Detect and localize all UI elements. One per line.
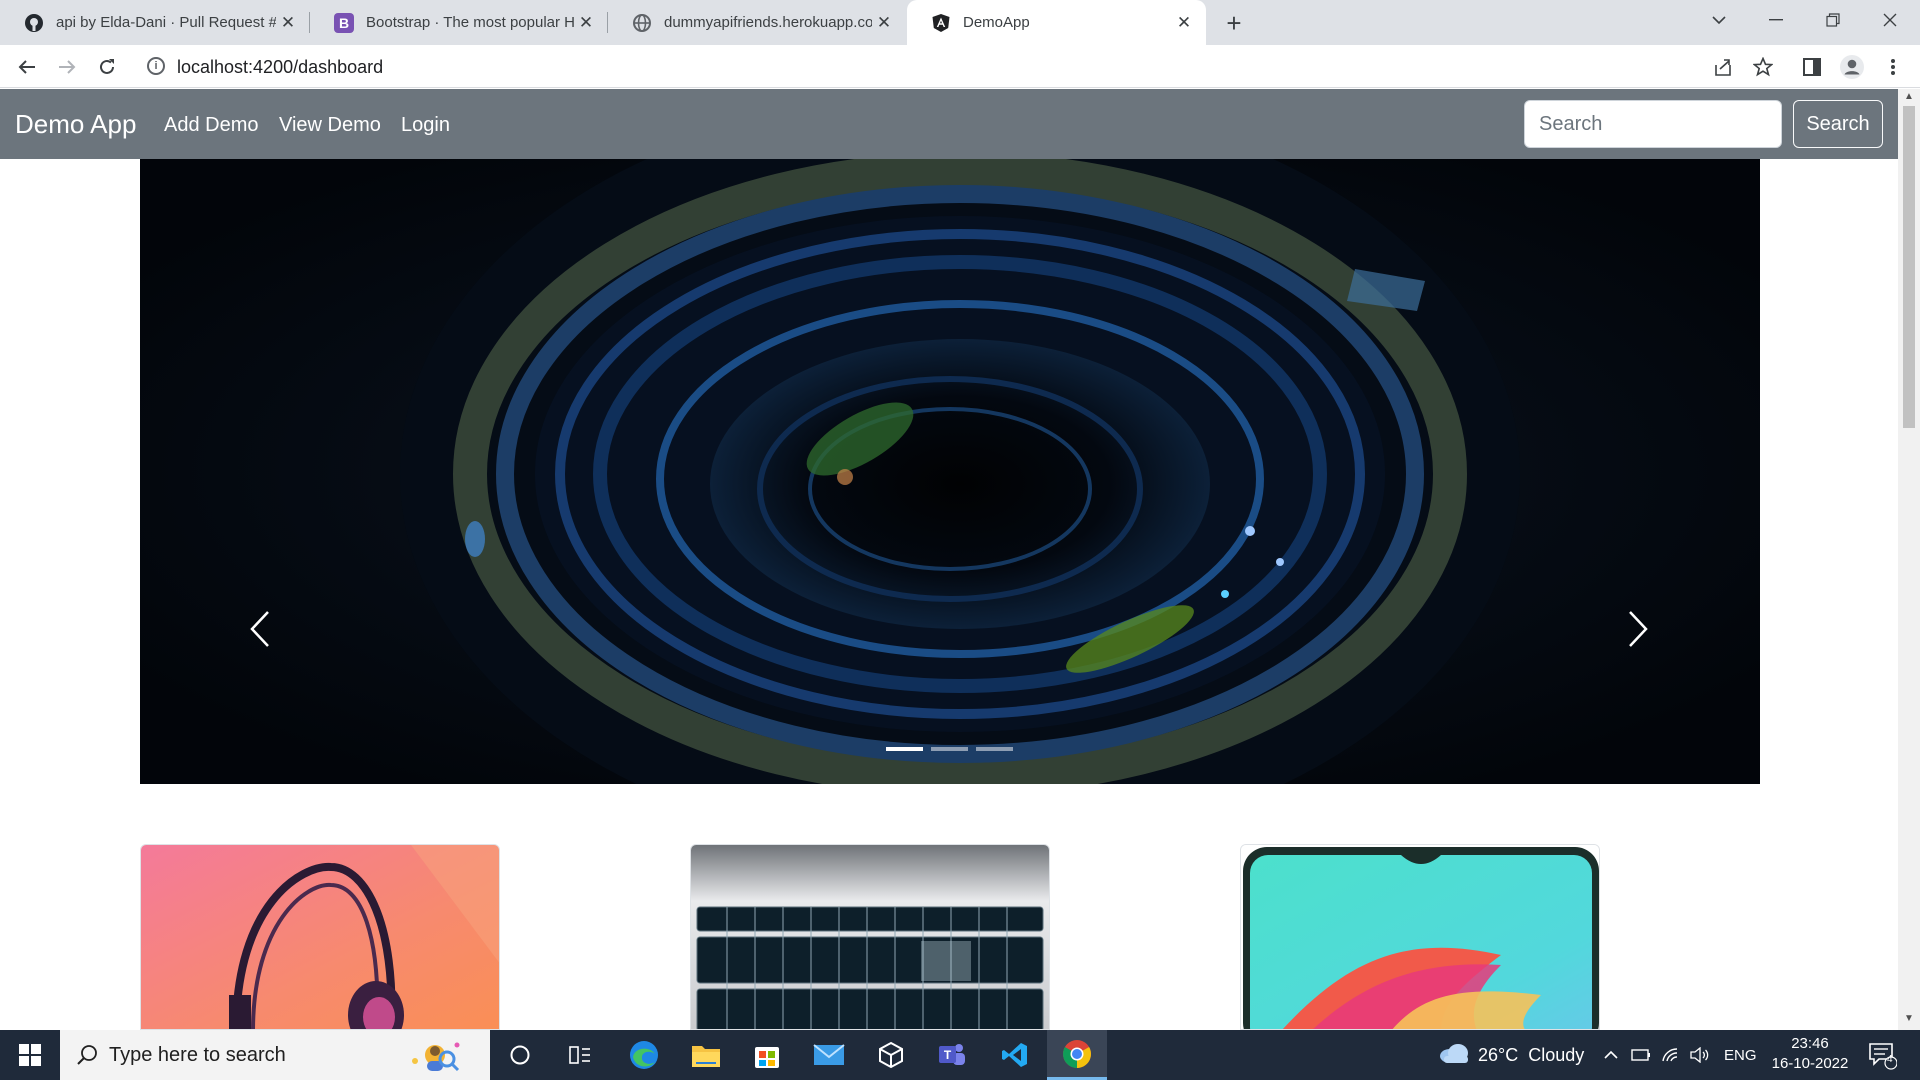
github-icon (24, 13, 44, 33)
notification-center-icon[interactable]: 4 (1867, 1030, 1897, 1080)
task-view-icon[interactable] (550, 1030, 610, 1080)
nav-link-login[interactable]: Login (401, 114, 450, 137)
teams-icon[interactable]: T (922, 1030, 982, 1080)
tab-title: api by Elda-Dani · Pull Request #2 (56, 14, 276, 31)
tab-title: Bootstrap · The most popular HTML (366, 14, 574, 31)
tab-github-pull-request[interactable]: api by Elda-Dani · Pull Request #2 ✕ (0, 0, 310, 45)
scroll-down-arrow-icon[interactable]: ▼ (1904, 1013, 1914, 1024)
carousel-indicators (886, 747, 1013, 751)
new-tab-button[interactable]: + (1219, 8, 1249, 38)
minimize-icon[interactable] (1748, 0, 1804, 40)
scrollbar-thumb[interactable] (1903, 106, 1915, 428)
address-bar[interactable]: i localhost:4200/dashboard (139, 49, 1899, 84)
search-icon (76, 1044, 98, 1071)
side-panel-icon[interactable] (1796, 51, 1828, 83)
volume-icon[interactable] (1690, 1030, 1710, 1080)
vscode-icon[interactable] (985, 1030, 1045, 1080)
profile-avatar-icon[interactable] (1836, 51, 1868, 83)
taskbar-search-box[interactable]: Type here to search (60, 1030, 490, 1080)
carousel-prev-chevron-icon[interactable] (240, 599, 280, 659)
notification-count: 4 (1887, 1054, 1893, 1065)
close-window-icon[interactable] (1862, 0, 1918, 40)
tab-close-icon[interactable]: ✕ (1172, 11, 1196, 35)
file-explorer-icon[interactable] (676, 1030, 736, 1080)
nav-link-view-demo[interactable]: View Demo (279, 114, 381, 137)
tab-dummyapifriends[interactable]: dummyapifriends.herokuapp.com ✕ (608, 0, 906, 45)
tab-search-chevron-icon[interactable] (1691, 0, 1747, 40)
svg-text:T: T (944, 1048, 952, 1062)
angular-icon (931, 13, 951, 33)
cortana-icon[interactable] (490, 1030, 550, 1080)
language-indicator[interactable]: ENG (1724, 1030, 1757, 1080)
product-card-smartphone[interactable] (1240, 844, 1600, 1030)
system-clock[interactable]: 23:46 16-10-2022 (1766, 1034, 1854, 1074)
show-hidden-icons-chevron-icon[interactable] (1603, 1030, 1619, 1080)
search-input[interactable] (1524, 100, 1782, 148)
clock-time: 23:46 (1791, 1035, 1829, 1052)
navbar-brand[interactable]: Demo App (15, 109, 136, 140)
tab-close-icon[interactable]: ✕ (574, 11, 598, 35)
carousel-indicator-1[interactable] (886, 747, 923, 751)
cloud-icon (1438, 1042, 1470, 1069)
search-highlight-icon (405, 1035, 465, 1080)
windows-start-icon[interactable] (0, 1030, 60, 1080)
battery-icon[interactable] (1631, 1030, 1651, 1080)
weather-text: 26°C Cloudy (1478, 1044, 1585, 1065)
tab-close-icon[interactable]: ✕ (276, 11, 300, 35)
browser-toolbar: i localhost:4200/dashboard (0, 45, 1920, 88)
carousel-next-chevron-icon[interactable] (1618, 599, 1658, 659)
app-navbar: Demo App Add Demo View Demo Login Search (0, 89, 1898, 159)
carousel-slide-image (140, 159, 1760, 784)
headphones-image (141, 845, 499, 1029)
browser-tab-strip: api by Elda-Dani · Pull Request #2 ✕ B B… (0, 0, 1920, 45)
tab-title: dummyapifriends.herokuapp.com (664, 14, 872, 31)
weather-widget[interactable]: 26°C Cloudy (1438, 1030, 1584, 1080)
page-scrollbar[interactable]: ▲ ▼ (1898, 89, 1920, 1030)
forward-arrow-icon[interactable] (51, 51, 83, 83)
windows-taskbar: Type here to search T 26°C Cloudy ENG 23… (0, 1030, 1920, 1080)
carousel-indicator-2[interactable] (931, 747, 968, 751)
svg-text:B: B (339, 15, 349, 31)
taskbar-search-placeholder: Type here to search (109, 1044, 286, 1066)
search-button[interactable]: Search (1793, 100, 1883, 148)
chrome-icon[interactable] (1047, 1030, 1107, 1080)
restore-icon[interactable] (1805, 0, 1861, 40)
wifi-icon[interactable] (1661, 1030, 1681, 1080)
scroll-up-arrow-icon[interactable]: ▲ (1904, 91, 1914, 102)
microsoft-store-icon[interactable] (737, 1030, 797, 1080)
globe-icon (632, 13, 652, 33)
tab-title: DemoApp (963, 14, 1030, 31)
product-card-headphones[interactable] (140, 844, 500, 1030)
mail-icon[interactable] (799, 1030, 859, 1080)
bootstrap-icon: B (334, 12, 354, 33)
carousel-indicator-3[interactable] (976, 747, 1013, 751)
clock-date: 16-10-2022 (1771, 1055, 1849, 1072)
hero-carousel (140, 159, 1760, 784)
bookmark-star-icon[interactable] (1747, 51, 1779, 83)
reload-icon[interactable] (91, 51, 123, 83)
devtools-cube-icon[interactable] (861, 1030, 921, 1080)
browser-menu-icon[interactable] (1877, 51, 1909, 83)
smartphone-image (1241, 845, 1599, 1029)
tab-demoapp[interactable]: DemoApp ✕ (907, 0, 1206, 45)
nav-link-add-demo[interactable]: Add Demo (164, 114, 259, 137)
back-arrow-icon[interactable] (11, 51, 43, 83)
tab-bootstrap[interactable]: B Bootstrap · The most popular HTML ✕ (310, 0, 608, 45)
product-card-keyboard[interactable] (690, 844, 1050, 1030)
url-text: localhost:4200/dashboard (177, 57, 384, 77)
tab-close-icon[interactable]: ✕ (872, 11, 896, 35)
keyboard-image (691, 845, 1049, 1029)
edge-browser-icon[interactable] (614, 1030, 674, 1080)
site-info-icon[interactable]: i (147, 57, 165, 75)
share-icon[interactable] (1707, 51, 1739, 83)
